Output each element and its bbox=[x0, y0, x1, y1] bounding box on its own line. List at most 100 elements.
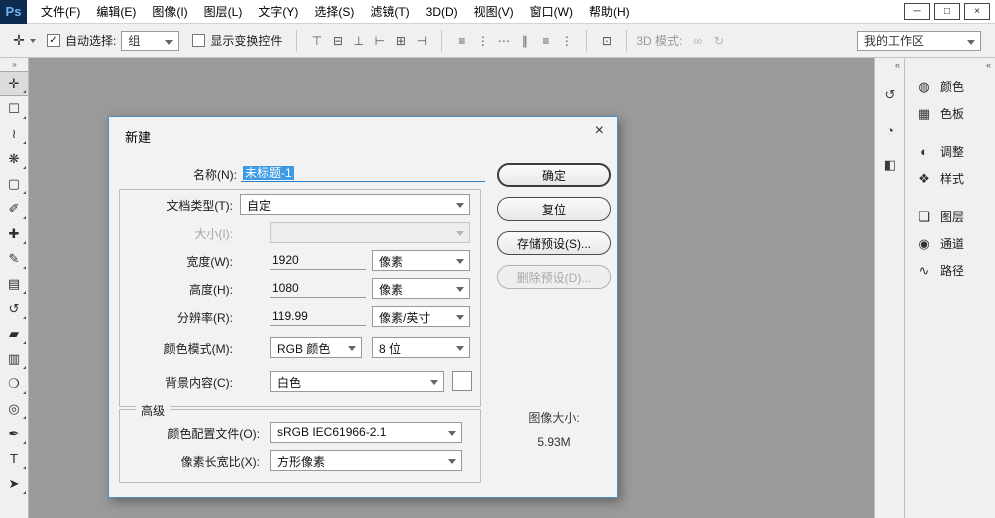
rectangular-marquee-tool[interactable]: ☐ bbox=[0, 96, 28, 121]
menu-bar: 文件(F) 编辑(E) 图像(I) 图层(L) 文字(Y) 选择(S) 滤镜(T… bbox=[33, 3, 638, 20]
clone-source-panel-icon[interactable]: ◧ bbox=[875, 152, 905, 178]
pixel-aspect-select[interactable]: 方形像素 bbox=[270, 450, 462, 471]
lasso-tool[interactable]: ≀ bbox=[0, 121, 28, 146]
distribute-right-edges-icon[interactable]: ⋮ bbox=[556, 34, 577, 48]
title-bar: Ps 文件(F) 编辑(E) 图像(I) 图层(L) 文字(Y) 选择(S) 滤… bbox=[0, 0, 995, 24]
menu-help[interactable]: 帮助(H) bbox=[581, 3, 638, 20]
distribute-horizontal-centers-icon[interactable]: ≡ bbox=[535, 34, 556, 48]
height-unit-select[interactable]: 像素 bbox=[372, 278, 470, 299]
workspace-select[interactable]: 我的工作区 bbox=[857, 30, 981, 51]
auto-select-checkbox[interactable]: ✓ bbox=[47, 34, 60, 47]
history-brush-tool[interactable]: ↺ bbox=[0, 296, 28, 321]
save-preset-button[interactable]: 存储预设(S)... bbox=[497, 231, 611, 255]
brush-tool[interactable]: ✎ bbox=[0, 246, 28, 271]
auto-align-layers-icon[interactable]: ⊡ bbox=[596, 34, 617, 48]
panel-tab-layers[interactable]: ❏ 图层 bbox=[905, 203, 995, 230]
panel-dock: « ◍ 颜色 ▦ 色板 ◐ 调整 ❖ 样式 ❏ 图层 ◉ 通道 ∿ 路径 bbox=[904, 58, 995, 518]
pen-tool[interactable]: ✒ bbox=[0, 421, 28, 446]
show-transform-checkbox[interactable] bbox=[192, 34, 206, 47]
new-document-dialog: 新建 × 名称(N): 未标题-1 文档类型(T): 自定 大小(I): 宽度(… bbox=[108, 116, 618, 498]
align-top-edges-icon[interactable]: ⊤ bbox=[306, 34, 327, 48]
panel-label: 通道 bbox=[940, 237, 965, 251]
eraser-tool[interactable]: ▰ bbox=[0, 321, 28, 346]
brush-icon: ✎ bbox=[8, 250, 20, 266]
maximize-button[interactable]: □ bbox=[934, 3, 960, 20]
resolution-input[interactable]: 119.99 bbox=[270, 306, 366, 326]
align-horizontal-centers-icon[interactable]: ⊞ bbox=[390, 34, 411, 48]
photoshop-logo-icon: Ps bbox=[0, 0, 27, 24]
close-button[interactable]: × bbox=[964, 3, 990, 20]
resolution-unit-select[interactable]: 像素/英寸 bbox=[372, 306, 470, 327]
align-bottom-edges-icon[interactable]: ⊥ bbox=[348, 34, 369, 48]
name-input[interactable]: 未标题-1 bbox=[241, 161, 485, 182]
menu-view[interactable]: 视图(V) bbox=[466, 3, 522, 20]
paths-icon: ∿ bbox=[918, 262, 930, 278]
move-tool-icon[interactable]: ✛ bbox=[8, 32, 30, 49]
panel-tab-styles[interactable]: ❖ 样式 bbox=[905, 165, 995, 192]
align-vertical-centers-icon[interactable]: ⊟ bbox=[327, 34, 348, 48]
close-icon[interactable]: × bbox=[595, 122, 604, 140]
distribute-vertical-centers-icon[interactable]: ⋮ bbox=[472, 34, 493, 48]
chevron-down-icon[interactable] bbox=[30, 39, 36, 46]
name-value: 未标题-1 bbox=[243, 166, 294, 180]
size-label: 大小(I): bbox=[194, 227, 233, 241]
doc-type-select[interactable]: 自定 bbox=[240, 194, 470, 215]
clone-stamp-tool[interactable]: ▤ bbox=[0, 271, 28, 296]
menu-file[interactable]: 文件(F) bbox=[33, 3, 88, 20]
panel-group: ◐ 调整 ❖ 样式 bbox=[905, 138, 995, 192]
color-mode-select[interactable]: RGB 颜色 bbox=[270, 337, 362, 358]
width-input[interactable]: 1920 bbox=[270, 250, 366, 270]
minimize-button[interactable]: ─ bbox=[904, 3, 930, 20]
ok-button[interactable]: 确定 bbox=[497, 163, 611, 187]
menu-3d[interactable]: 3D(D) bbox=[418, 5, 466, 19]
menu-layer[interactable]: 图层(L) bbox=[196, 3, 251, 20]
blur-tool[interactable]: ❍ bbox=[0, 371, 28, 396]
menu-type[interactable]: 文字(Y) bbox=[250, 3, 306, 20]
panel-label: 颜色 bbox=[940, 80, 965, 94]
dock-collapse-icon[interactable]: « bbox=[875, 58, 904, 73]
color-profile-select[interactable]: sRGB IEC61966-2.1 bbox=[270, 422, 462, 443]
panel-tab-adjustments[interactable]: ◐ 调整 bbox=[905, 138, 995, 165]
align-right-edges-icon[interactable]: ⊣ bbox=[411, 34, 432, 48]
size-select bbox=[270, 222, 470, 243]
menu-filter[interactable]: 滤镜(T) bbox=[362, 3, 417, 20]
collapsed-panel-dock: « ↺ ◔ ◧ bbox=[874, 58, 904, 518]
properties-panel-icon[interactable]: ◔ bbox=[875, 117, 905, 143]
distribute-bottom-edges-icon[interactable]: ⋯ bbox=[493, 34, 514, 48]
history-panel-icon[interactable]: ↺ bbox=[875, 82, 905, 108]
align-left-edges-icon[interactable]: ⊢ bbox=[369, 34, 390, 48]
path-selection-tool[interactable]: ➤ bbox=[0, 471, 28, 496]
panel-tab-swatches[interactable]: ▦ 色板 bbox=[905, 100, 995, 127]
reset-button[interactable]: 复位 bbox=[497, 197, 611, 221]
auto-select-target-select[interactable]: 组 bbox=[121, 30, 180, 51]
spot-healing-brush-tool[interactable]: ✚ bbox=[0, 221, 28, 246]
distribute-top-edges-icon[interactable]: ≡ bbox=[451, 34, 472, 48]
menu-image[interactable]: 图像(I) bbox=[144, 3, 195, 20]
distribute-left-edges-icon[interactable]: ∥ bbox=[514, 34, 535, 48]
background-select[interactable]: 白色 bbox=[270, 371, 444, 392]
marquee-icon: ☐ bbox=[8, 100, 20, 116]
crop-tool[interactable]: ▢ bbox=[0, 171, 28, 196]
chevron-down-icon bbox=[456, 231, 464, 240]
panel-tab-color[interactable]: ◍ 颜色 bbox=[905, 73, 995, 100]
advanced-legend[interactable]: 高级 bbox=[136, 402, 171, 419]
menu-edit[interactable]: 编辑(E) bbox=[88, 3, 144, 20]
channels-icon: ◉ bbox=[918, 235, 930, 251]
menu-select[interactable]: 选择(S) bbox=[306, 3, 362, 20]
quick-selection-tool[interactable]: ❋ bbox=[0, 146, 28, 171]
toolbar-collapse-icon[interactable]: » bbox=[0, 58, 28, 71]
dock-collapse-icon[interactable]: « bbox=[905, 58, 995, 73]
eyedropper-tool[interactable]: ✐ bbox=[0, 196, 28, 221]
width-unit-select[interactable]: 像素 bbox=[372, 250, 470, 271]
bit-depth-select[interactable]: 8 位 bbox=[372, 337, 470, 358]
height-input[interactable]: 1080 bbox=[270, 278, 366, 298]
panel-tab-channels[interactable]: ◉ 通道 bbox=[905, 230, 995, 257]
dodge-tool[interactable]: ◎ bbox=[0, 396, 28, 421]
menu-window[interactable]: 窗口(W) bbox=[522, 3, 581, 20]
background-color-swatch[interactable] bbox=[452, 371, 472, 391]
panel-tab-paths[interactable]: ∿ 路径 bbox=[905, 257, 995, 284]
chevron-down-icon bbox=[430, 380, 438, 389]
horizontal-type-tool[interactable]: T bbox=[0, 446, 28, 471]
move-tool[interactable]: ✛ bbox=[0, 71, 28, 96]
gradient-tool[interactable]: ▥ bbox=[0, 346, 28, 371]
